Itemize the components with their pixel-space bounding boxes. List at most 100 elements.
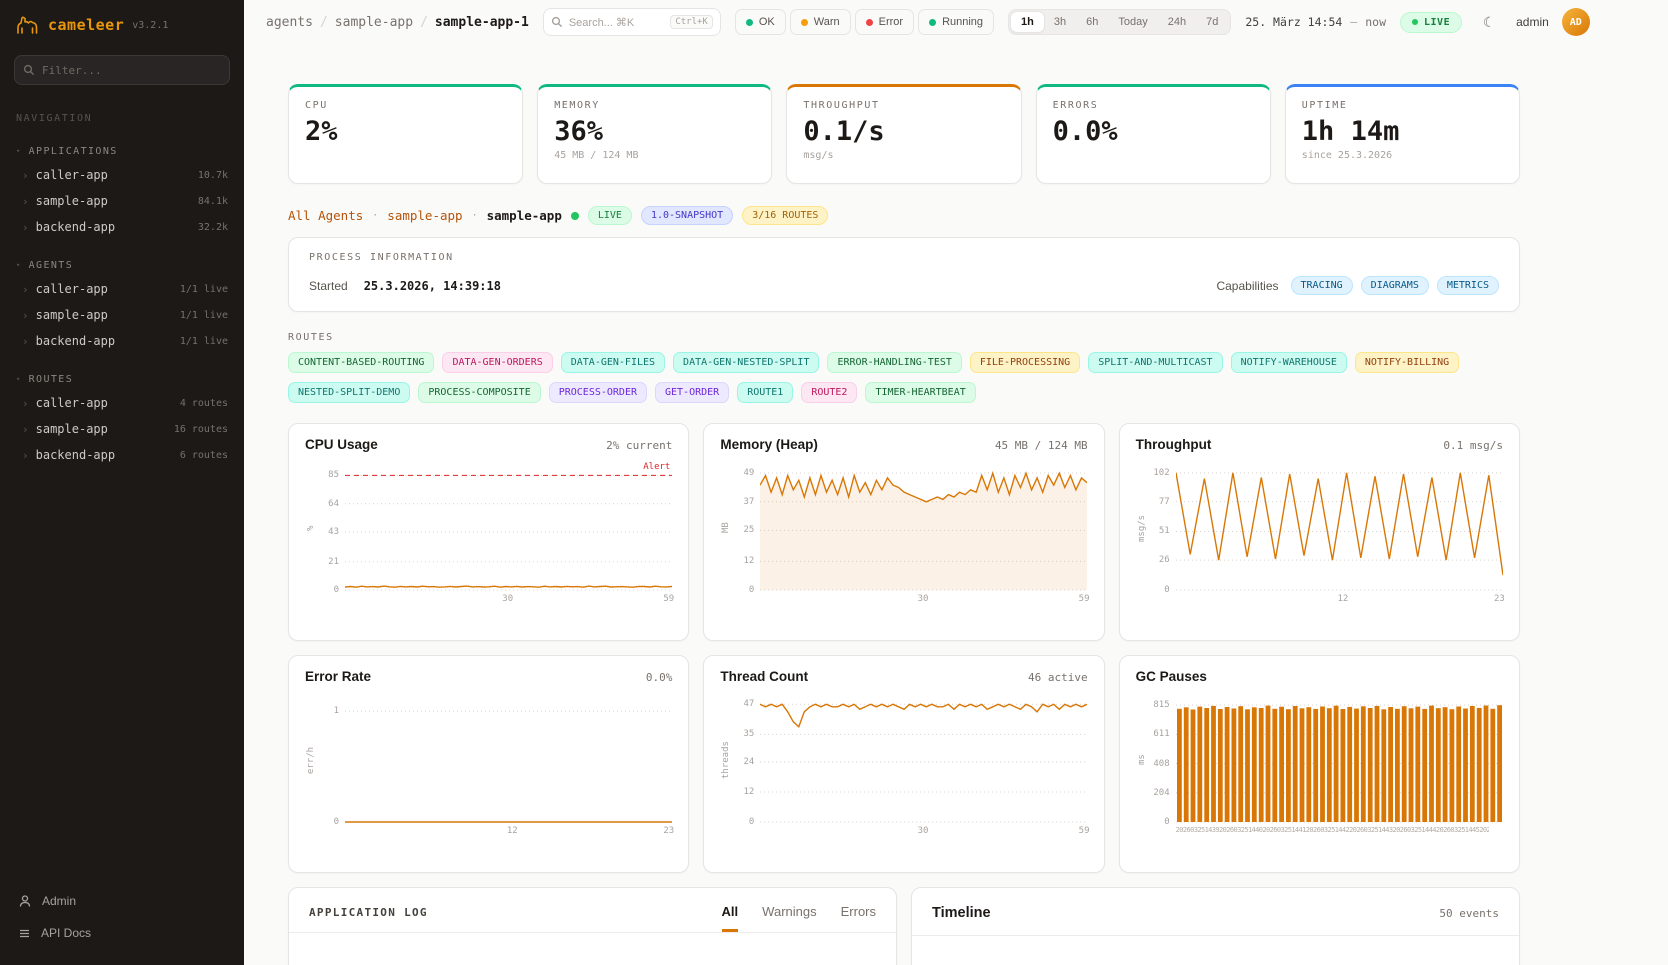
context-crumb-sample-app[interactable]: sample-app	[387, 208, 462, 223]
routes-heading: ROUTES	[288, 332, 1520, 343]
sidebar: cameleer v3.2.1 NAVIGATION ▾APPLICATIONS…	[0, 0, 244, 965]
dark-mode-toggle[interactable]: ☾	[1475, 8, 1503, 36]
y-axis-tick-label: 204	[1153, 788, 1169, 798]
chart-canvas	[345, 696, 672, 824]
time-range-3h[interactable]: 3h	[1044, 12, 1076, 32]
live-toggle[interactable]: LIVE	[1400, 12, 1462, 33]
time-range-1h[interactable]: 1h	[1011, 12, 1044, 32]
app-logo[interactable]: cameleer v3.2.1	[0, 0, 244, 43]
chart-y-axis: 473524120	[732, 696, 760, 824]
search-icon	[551, 16, 563, 28]
sidebar-item-agents-backend-app[interactable]: ›backend-app1/1 live	[0, 328, 244, 354]
route-pill-file-processing[interactable]: FILE-PROCESSING	[970, 352, 1080, 373]
x-axis-tick-label: 59	[663, 594, 674, 604]
status-filter-group: OKWarnErrorRunning	[735, 9, 994, 35]
capability-pill-diagrams: DIAGRAMS	[1361, 276, 1429, 295]
chart-plot	[1176, 464, 1503, 592]
route-pill-process-order[interactable]: PROCESS-ORDER	[549, 382, 647, 403]
route-pill-timer-heartbeat[interactable]: TIMER-HEARTBEAT	[865, 382, 975, 403]
chart-card-error-rate: Error Rate0.0%err/h101223	[288, 655, 689, 873]
sidebar-section-header-agents[interactable]: ▾AGENTS	[0, 252, 244, 276]
route-pill-route2[interactable]: ROUTE2	[801, 382, 857, 403]
process-information-title: PROCESS INFORMATION	[309, 252, 1499, 263]
sidebar-item-applications-sample-app[interactable]: ›sample-app84.1k	[0, 188, 244, 214]
context-separator: ·	[472, 210, 478, 221]
sidebar-item-routes-sample-app[interactable]: › sample-app 16 routes	[0, 416, 244, 442]
sidebar-item-agents-sample-app[interactable]: ›sample-app1/1 live	[0, 302, 244, 328]
chevron-right-icon: ›	[22, 424, 29, 435]
stat-card-errors: ERRORS0.0%	[1036, 84, 1271, 184]
chart-card-throughput: Throughput0.1 msg/smsg/s10277512601223	[1119, 423, 1520, 641]
log-tab-warnings[interactable]: Warnings	[762, 904, 816, 932]
sidebar-section-header-routes[interactable]: ▾ROUTES	[0, 366, 244, 390]
moon-icon: ☾	[1483, 14, 1496, 30]
status-dot-warn	[801, 19, 808, 26]
stat-card-sub: since 25.3.2026	[1302, 150, 1503, 161]
route-pill-notify-warehouse[interactable]: NOTIFY-WAREHOUSE	[1231, 352, 1347, 373]
chart-y-unit-label: msg/s	[1136, 464, 1148, 592]
route-pill-notify-billing[interactable]: NOTIFY-BILLING	[1355, 352, 1459, 373]
chart-canvas	[1176, 464, 1503, 592]
time-range-6h[interactable]: 6h	[1076, 12, 1108, 32]
capabilities-label: Capabilities	[1216, 279, 1278, 293]
search-input[interactable]: Search... ⌘K Ctrl+K	[543, 8, 721, 36]
sidebar-section-header-applications[interactable]: ▾APPLICATIONS	[0, 138, 244, 162]
sidebar-footer-api-docs[interactable]: API Docs	[0, 917, 244, 949]
route-pill-data-gen-files[interactable]: DATA-GEN-FILES	[561, 352, 665, 373]
sidebar-footer-admin[interactable]: Admin	[0, 885, 244, 917]
route-pill-nested-split-demo[interactable]: NESTED-SPLIT-DEMO	[288, 382, 410, 403]
stat-card-value: 1h 14m	[1302, 116, 1503, 147]
stat-card-memory: MEMORY36%45 MB / 124 MB	[537, 84, 772, 184]
route-pill-data-gen-nested-split[interactable]: DATA-GEN-NESTED-SPLIT	[673, 352, 819, 373]
x-axis-labels-overlapping: 2026032514392026032514402026032514412026…	[1176, 826, 1489, 837]
avatar[interactable]: AD	[1562, 8, 1590, 36]
sidebar-item-applications-backend-app[interactable]: ›backend-app32.2k	[0, 214, 244, 240]
route-pill-split-and-multicast[interactable]: SPLIT-AND-MULTICAST	[1088, 352, 1222, 373]
datetime-label: 25. März 14:54	[1245, 15, 1342, 29]
time-range-group: 1h3h6hToday24h7d	[1008, 9, 1231, 35]
sidebar-item-label: sample-app	[36, 422, 108, 436]
chart-plot: Alert	[345, 464, 672, 592]
route-pill-route1[interactable]: ROUTE1	[737, 382, 793, 403]
chevron-right-icon: ›	[22, 196, 29, 207]
chart-y-axis: 1027751260	[1148, 464, 1176, 592]
sidebar-item-badge: 4 routes	[180, 398, 228, 409]
sidebar-item-applications-caller-app[interactable]: ›caller-app10.7k	[0, 162, 244, 188]
log-tab-errors[interactable]: Errors	[841, 904, 876, 932]
time-range-7d[interactable]: 7d	[1196, 12, 1228, 32]
route-pill-content-based-routing[interactable]: CONTENT-BASED-ROUTING	[288, 352, 434, 373]
chart-current-value: 46 active	[1028, 671, 1088, 684]
application-log-title: APPLICATION LOG	[309, 906, 428, 932]
context-crumb-all-agents[interactable]: All Agents	[288, 208, 363, 223]
route-pill-process-composite[interactable]: PROCESS-COMPOSITE	[418, 382, 540, 403]
navigation-heading: NAVIGATION	[0, 85, 244, 126]
breadcrumb-agents[interactable]: agents	[266, 15, 313, 30]
capability-pill-metrics: METRICS	[1437, 276, 1499, 295]
sidebar-item-routes-caller-app[interactable]: ›caller-app4 routes	[0, 390, 244, 416]
y-axis-tick-label: 0	[1164, 817, 1169, 827]
route-pill-data-gen-orders[interactable]: DATA-GEN-ORDERS	[442, 352, 552, 373]
y-axis-tick-label: 64	[328, 499, 339, 509]
route-pill-get-order[interactable]: GET-ORDER	[655, 382, 729, 403]
status-filter-ok[interactable]: OK	[735, 9, 786, 35]
sidebar-item-badge: 16 routes	[174, 424, 228, 435]
sidebar-item-routes-backend-app[interactable]: ›backend-app6 routes	[0, 442, 244, 468]
time-range-today[interactable]: Today	[1108, 12, 1157, 32]
time-range-display[interactable]: 25. März 14:54 – now	[1245, 15, 1386, 29]
status-filter-running[interactable]: Running	[918, 9, 994, 35]
y-axis-tick-label: 21	[328, 557, 339, 567]
log-tab-all[interactable]: All	[722, 904, 739, 932]
capability-pill-group: TRACINGDIAGRAMSMETRICS	[1291, 276, 1499, 295]
breadcrumb-sample-app[interactable]: sample-app	[335, 15, 413, 30]
sidebar-filter-input[interactable]	[14, 55, 230, 85]
chart-card-memory-heap: Memory (Heap)45 MB / 124 MBMB49372512030…	[703, 423, 1104, 641]
y-axis-tick-label: 0	[334, 817, 339, 827]
sidebar-section-label: ROUTES	[29, 374, 74, 385]
chart-title: Memory (Heap)	[720, 437, 818, 452]
status-filter-warn[interactable]: Warn	[790, 9, 851, 35]
route-pill-error-handling-test[interactable]: ERROR-HANDLING-TEST	[827, 352, 961, 373]
status-filter-error[interactable]: Error	[855, 9, 914, 35]
y-axis-tick-label: 12	[743, 787, 754, 797]
sidebar-item-agents-caller-app[interactable]: ›caller-app1/1 live	[0, 276, 244, 302]
time-range-24h[interactable]: 24h	[1158, 12, 1196, 32]
